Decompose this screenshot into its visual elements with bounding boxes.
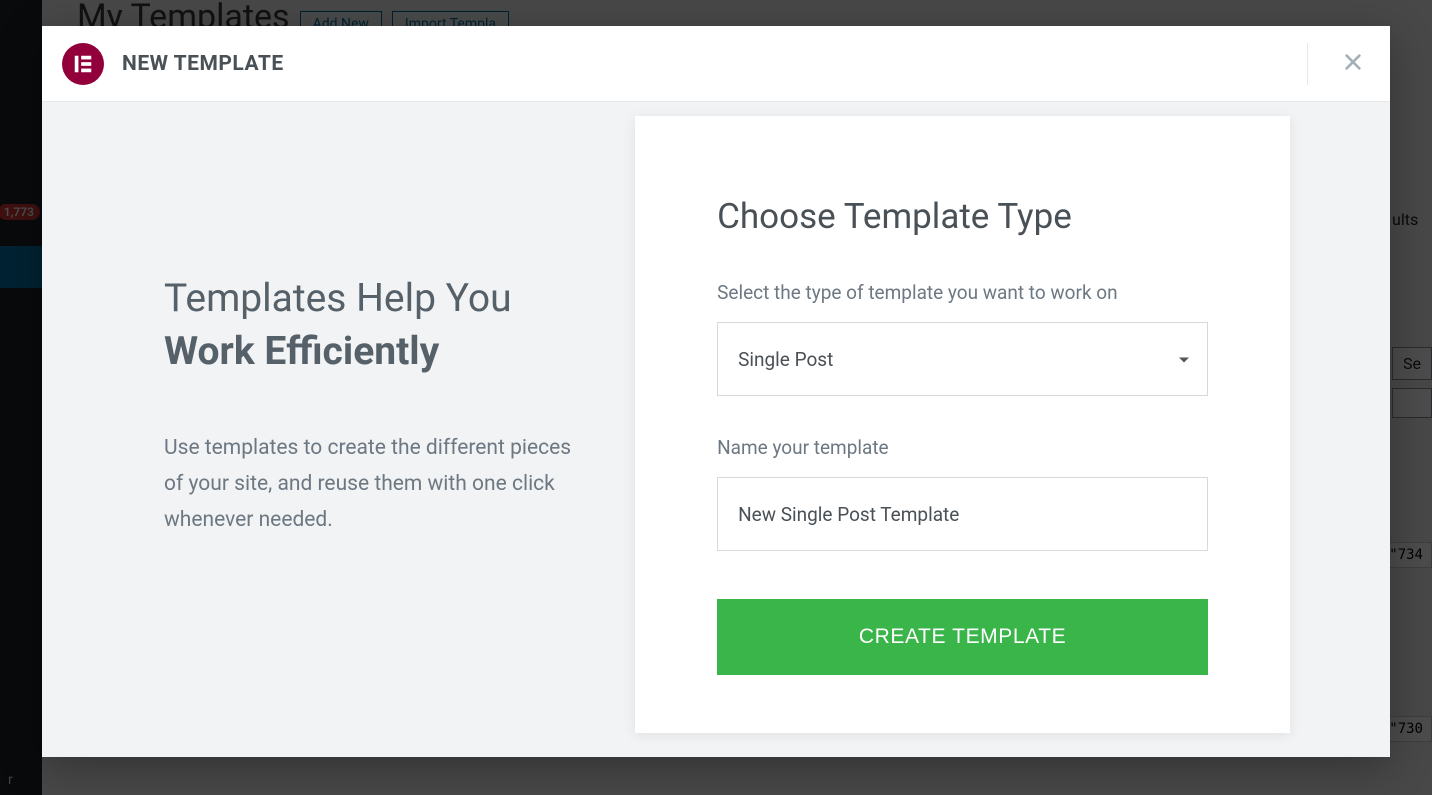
template-type-label: Select the type of template you want to …	[717, 281, 1208, 304]
info-heading-line1: Templates Help You	[164, 275, 512, 321]
info-body-text: Use templates to create the different pi…	[164, 431, 587, 538]
close-button[interactable]	[1307, 43, 1364, 85]
modal-title: NEW TEMPLATE	[122, 52, 284, 76]
elementor-logo-icon	[62, 43, 104, 85]
template-type-select[interactable]: Single Post	[717, 322, 1208, 396]
template-name-row: Name your template	[717, 436, 1208, 551]
template-type-select-wrap: Single Post	[717, 322, 1208, 396]
form-title: Choose Template Type	[717, 196, 1208, 237]
template-name-label: Name your template	[717, 436, 1208, 459]
close-icon	[1342, 51, 1364, 77]
form-card: Choose Template Type Select the type of …	[635, 116, 1290, 733]
create-template-button[interactable]: CREATE TEMPLATE	[717, 599, 1208, 675]
info-heading: Templates Help You Work Efficiently	[164, 272, 587, 377]
info-panel: Templates Help You Work Efficiently Use …	[42, 102, 635, 757]
modal-body: Templates Help You Work Efficiently Use …	[42, 102, 1390, 757]
template-type-row: Select the type of template you want to …	[717, 281, 1208, 396]
modal-header: NEW TEMPLATE	[42, 26, 1390, 102]
info-heading-line2: Work Efficiently	[164, 325, 587, 378]
new-template-modal: NEW TEMPLATE Templates Help You Work Eff…	[42, 26, 1390, 757]
template-name-input[interactable]	[717, 477, 1208, 551]
